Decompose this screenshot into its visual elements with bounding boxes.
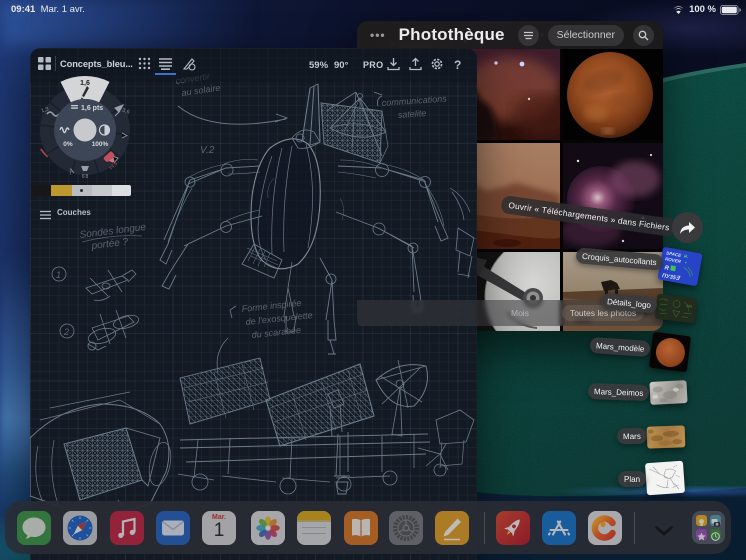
svg-text:au solaire: au solaire xyxy=(181,83,221,98)
svg-text:+: + xyxy=(684,260,688,265)
svg-text:6'8: 6'8 xyxy=(82,174,89,180)
svg-text:V.2: V.2 xyxy=(200,145,215,156)
svg-text:communications: communications xyxy=(381,93,447,108)
svg-text:1,6: 1,6 xyxy=(80,80,90,87)
svg-text:du scarabée: du scarabée xyxy=(251,325,301,340)
svg-text:R: R xyxy=(664,265,670,272)
svg-text:100%: 100% xyxy=(92,141,109,148)
svg-text:1: 1 xyxy=(56,270,61,280)
svg-text:2: 2 xyxy=(63,327,69,337)
svg-text:M4: M4 xyxy=(686,303,693,309)
svg-text:1,6 pts: 1,6 pts xyxy=(81,105,103,112)
svg-text:satelite: satelite xyxy=(397,108,426,120)
svg-text:0%: 0% xyxy=(63,141,73,148)
svg-text:R.: R. xyxy=(683,254,688,260)
